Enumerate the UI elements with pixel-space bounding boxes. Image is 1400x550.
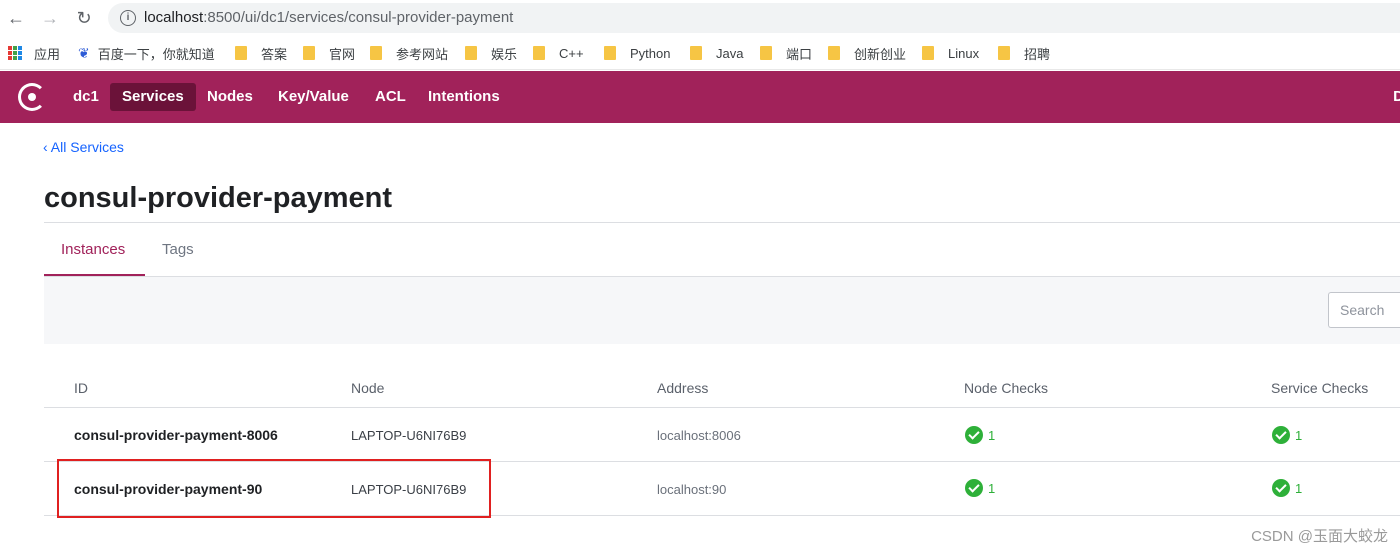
bookmark-folder[interactable]: Linux: [922, 44, 979, 62]
watermark: CSDN @玉面大蛟龙: [1251, 528, 1388, 545]
column-header-node-checks: Node Checks: [964, 380, 1049, 396]
node-checks-count: 1: [988, 427, 996, 443]
tab-tags[interactable]: Tags: [162, 241, 194, 258]
bookmark-folder[interactable]: 参考网站: [370, 44, 448, 62]
instance-address: localhost:90: [657, 482, 727, 497]
bookmark-folder[interactable]: Java: [690, 44, 743, 62]
folder-icon: [370, 46, 382, 60]
baidu-paw-icon: ❦: [78, 44, 90, 61]
bookmark-folder[interactable]: 端口: [760, 44, 812, 62]
highlight-annotation-box: [57, 459, 491, 518]
bookmark-apps[interactable]: 应用: [8, 44, 60, 62]
column-header-id: ID: [74, 380, 88, 396]
service-checks-count: 1: [1295, 480, 1303, 496]
nav-documentation[interactable]: D: [1393, 83, 1400, 111]
column-header-node: Node: [351, 380, 385, 396]
check-circle-icon: [1272, 479, 1290, 497]
chevron-left-icon: ‹: [43, 139, 48, 155]
back-arrow-icon[interactable]: ←: [4, 6, 28, 30]
column-header-address: Address: [657, 380, 709, 396]
bookmark-label: 创新创业: [854, 46, 907, 62]
nav-services[interactable]: Services: [110, 83, 196, 111]
apps-grid-icon: [8, 46, 22, 60]
check-circle-icon: [965, 426, 983, 444]
bookmark-label: 官网: [329, 46, 356, 62]
bookmark-label: Linux: [948, 45, 980, 61]
bookmark-folder[interactable]: 娱乐: [465, 44, 517, 62]
folder-icon: [998, 46, 1010, 60]
node-checks: 1: [965, 479, 995, 497]
url-path: :8500/ui/dc1/services/consul-provider-pa…: [203, 9, 514, 26]
instance-node[interactable]: LAPTOP-U6NI76B9: [351, 428, 466, 443]
bookmark-label: 百度一下，你就知道: [97, 46, 215, 62]
bookmark-folder[interactable]: 招聘: [998, 44, 1050, 62]
divider: [44, 222, 1400, 223]
bookmark-label: 参考网站: [396, 46, 449, 62]
column-header-service-checks: Service Checks: [1271, 380, 1369, 396]
service-checks: 1: [1272, 479, 1302, 497]
address-bar[interactable]: i localhost:8500/ui/dc1/services/consul-…: [108, 3, 1400, 33]
folder-icon: [235, 46, 247, 60]
search-input[interactable]: [1328, 292, 1400, 328]
consul-top-nav: dc1 Services Nodes Key/Value ACL Intenti…: [0, 71, 1400, 123]
bookmark-label: 端口: [786, 46, 813, 62]
bookmark-folder[interactable]: 答案: [235, 44, 287, 62]
folder-icon: [690, 46, 702, 60]
breadcrumb-all-services[interactable]: All Services: [51, 139, 124, 155]
bookmark-label: 答案: [261, 46, 288, 62]
instance-address: localhost:8006: [657, 428, 741, 443]
service-checks-count: 1: [1295, 427, 1303, 443]
info-icon[interactable]: i: [120, 10, 136, 26]
bookmark-label: Python: [630, 45, 671, 61]
bookmarks-bar: 应用 ❦ 百度一下，你就知道 答案 官网 参考网站 娱乐 C++ Python …: [0, 36, 1400, 70]
breadcrumb[interactable]: ‹ All Services: [43, 139, 124, 155]
check-circle-icon: [965, 479, 983, 497]
service-checks: 1: [1272, 426, 1302, 444]
bookmark-label: 应用: [34, 46, 61, 62]
node-checks-count: 1: [988, 480, 996, 496]
nav-nodes[interactable]: Nodes: [195, 83, 265, 111]
bookmark-baidu[interactable]: ❦ 百度一下，你就知道: [78, 44, 215, 62]
folder-icon: [533, 46, 545, 60]
bookmark-folder[interactable]: 创新创业: [828, 44, 906, 62]
check-circle-icon: [1272, 426, 1290, 444]
folder-icon: [828, 46, 840, 60]
bookmark-folder[interactable]: 官网: [303, 44, 355, 62]
page-title: consul-provider-payment: [44, 182, 393, 214]
folder-icon: [604, 46, 616, 60]
node-checks: 1: [965, 426, 995, 444]
url-text: localhost:8500/ui/dc1/services/consul-pr…: [144, 9, 513, 26]
bookmark-label: C++: [559, 45, 584, 61]
url-host: localhost: [144, 9, 204, 26]
bookmark-label: Java: [716, 45, 744, 61]
reload-icon[interactable]: ↻: [72, 6, 96, 30]
tab-instances[interactable]: Instances: [61, 241, 125, 258]
browser-toolbar: ← → ↻ i localhost:8500/ui/dc1/services/c…: [0, 0, 1400, 36]
bookmark-folder[interactable]: C++: [533, 44, 584, 62]
consul-logo-icon[interactable]: [18, 83, 46, 111]
bookmark-label: 娱乐: [491, 46, 518, 62]
folder-icon: [303, 46, 315, 60]
folder-icon: [760, 46, 772, 60]
bookmark-folder[interactable]: Python: [604, 44, 670, 62]
instance-id[interactable]: consul-provider-payment-8006: [74, 427, 278, 443]
bookmark-label: 招聘: [1024, 46, 1051, 62]
nav-acl[interactable]: ACL: [363, 83, 418, 111]
folder-icon: [922, 46, 934, 60]
folder-icon: [465, 46, 477, 60]
divider: [44, 407, 1400, 408]
filter-bar: [44, 277, 1400, 344]
nav-intentions[interactable]: Intentions: [416, 83, 512, 111]
nav-key-value[interactable]: Key/Value: [266, 83, 361, 111]
datacenter-selector[interactable]: dc1: [61, 83, 111, 111]
forward-arrow-icon[interactable]: →: [38, 6, 62, 30]
